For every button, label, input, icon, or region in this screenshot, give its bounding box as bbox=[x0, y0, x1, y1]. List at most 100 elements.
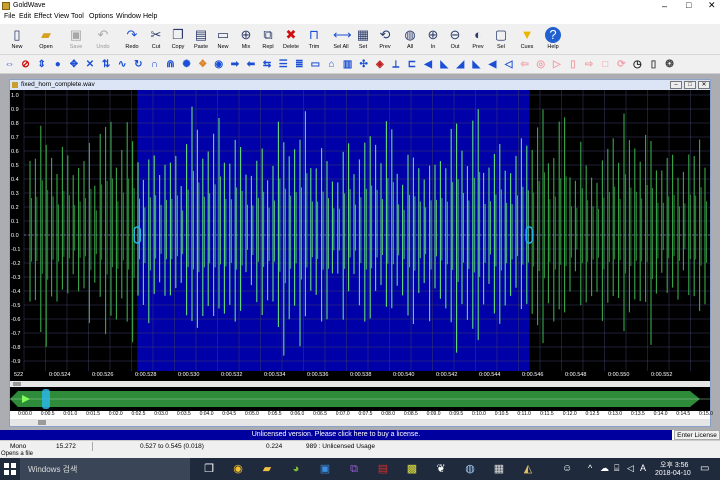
notifications-icon[interactable]: ▭ bbox=[700, 463, 709, 474]
maximize-icon[interactable]: ✥ bbox=[66, 57, 81, 72]
equalizer-icon[interactable]: ≣ bbox=[292, 57, 307, 72]
waveform-color-icon[interactable]: ◈ bbox=[372, 57, 387, 72]
forward-icon[interactable]: ➡ bbox=[227, 57, 242, 72]
android-icon[interactable]: ◕ bbox=[289, 462, 303, 476]
magnet-icon[interactable]: ⋒ bbox=[163, 57, 178, 72]
loop-disabled-icon[interactable]: ⟳ bbox=[614, 57, 629, 72]
pdf-icon[interactable]: ▤ bbox=[376, 462, 390, 476]
overview-scroll-thumb[interactable] bbox=[38, 420, 46, 425]
swap-channels-icon[interactable]: ⇅ bbox=[99, 57, 114, 72]
echo-icon[interactable]: ∿ bbox=[115, 57, 130, 72]
onedrive-icon[interactable]: ☁ bbox=[600, 463, 609, 474]
skip-disabled-icon[interactable]: ⇨ bbox=[582, 57, 597, 72]
pycharm-icon[interactable]: ▩ bbox=[405, 462, 419, 476]
scrollbar-thumb[interactable] bbox=[13, 382, 21, 386]
visual-studio-icon[interactable]: ⧉ bbox=[347, 462, 361, 476]
menu-view[interactable]: View bbox=[54, 13, 69, 20]
toolbar-help-button-22[interactable]: ? Help bbox=[540, 25, 566, 53]
speaker-icon[interactable]: ◀ bbox=[485, 57, 500, 72]
volume-shape-icon[interactable]: ◣ bbox=[437, 57, 452, 72]
overview-scrollbar[interactable] bbox=[10, 419, 710, 426]
fade-out-icon[interactable]: ◣ bbox=[469, 57, 484, 72]
task-view-icon[interactable]: ❐ bbox=[202, 462, 216, 476]
fade-in-icon[interactable]: ◢ bbox=[453, 57, 468, 72]
menu-edit[interactable]: Edit bbox=[19, 13, 31, 20]
toolbar-cues-button-21[interactable]: ▼ Cues bbox=[514, 25, 540, 53]
app-store-icon[interactable]: ▣ bbox=[318, 462, 332, 476]
pause-disabled-icon[interactable]: ▯ bbox=[566, 57, 581, 72]
cat-icon[interactable]: ❦ bbox=[434, 462, 448, 476]
record-disabled-icon[interactable]: ◎ bbox=[533, 57, 548, 72]
toolbar-redo-button-4[interactable]: ↷ Redo bbox=[119, 25, 145, 53]
toolbar-prev-button-15[interactable]: ⟲ Prev bbox=[372, 25, 398, 53]
effects-palette-icon[interactable]: ❖ bbox=[195, 57, 210, 72]
dynamics-icon[interactable]: ▭ bbox=[308, 57, 323, 72]
channel-left-right-icon[interactable]: ⇔ bbox=[2, 57, 17, 72]
menu-effect[interactable]: Effect bbox=[34, 13, 52, 20]
menu-file[interactable]: File bbox=[4, 13, 15, 20]
toolbar-new-button-0[interactable]: ▯ New bbox=[4, 25, 30, 53]
stop-disabled-icon[interactable]: □ bbox=[598, 57, 613, 72]
overview-selection-marker[interactable] bbox=[42, 389, 50, 409]
toolbar-undo-button-3[interactable]: ↶ Undo bbox=[90, 25, 116, 53]
sphere-app-icon[interactable]: ◍ bbox=[463, 462, 477, 476]
minimize-button[interactable]: – bbox=[662, 1, 667, 11]
double-arrow-icon[interactable]: ⇆ bbox=[260, 57, 275, 72]
menu-options[interactable]: Options bbox=[89, 13, 113, 20]
speaker-off-icon[interactable]: ◁ bbox=[501, 57, 516, 72]
close-button[interactable]: ✕ bbox=[708, 0, 716, 11]
redo-icon: ↷ bbox=[126, 27, 138, 42]
loop-icon[interactable]: ↻ bbox=[131, 57, 146, 72]
play-disabled-icon[interactable]: ▷ bbox=[549, 57, 564, 72]
enter-license-button[interactable]: Enter License bbox=[674, 430, 720, 440]
clock-icon[interactable]: ◷ bbox=[630, 57, 645, 72]
sound-window-titlebar[interactable]: fixed_horn_complete.wav – □ ✕ bbox=[10, 80, 710, 90]
start-button[interactable] bbox=[4, 463, 16, 475]
sound-maximize-button[interactable]: □ bbox=[684, 81, 696, 89]
gear-icon[interactable]: ✺ bbox=[179, 57, 194, 72]
maximize-button[interactable]: □ bbox=[686, 0, 691, 10]
ime-indicator-icon[interactable]: A bbox=[640, 463, 646, 473]
backward-icon[interactable]: ⬅ bbox=[244, 57, 259, 72]
buy-license-banner[interactable]: Unlicensed version. Please click here to… bbox=[0, 430, 672, 440]
toolbar-sel-button-20[interactable]: ▢ Sel bbox=[488, 25, 514, 53]
clock-date[interactable]: 2018-04-10 bbox=[655, 470, 691, 477]
sound-close-button[interactable]: ✕ bbox=[698, 81, 710, 89]
trim-start-icon[interactable]: ⊏ bbox=[405, 57, 420, 72]
calculator-icon[interactable]: ▦ bbox=[492, 462, 506, 476]
tray-chevron-icon[interactable]: ^ bbox=[588, 463, 592, 473]
toolbar-trim-button-12[interactable]: ⊓ Trim bbox=[301, 25, 327, 53]
pitch-icon[interactable]: ⟂ bbox=[388, 57, 403, 72]
lens-icon[interactable]: ◉ bbox=[211, 57, 226, 72]
volume-icon[interactable]: ◀ bbox=[421, 57, 436, 72]
overview-waveform[interactable] bbox=[10, 387, 710, 411]
mixer-icon[interactable]: ☰ bbox=[276, 57, 291, 72]
cross-fade-icon[interactable]: ✕ bbox=[83, 57, 98, 72]
volume-tray-icon[interactable]: ◁ bbox=[627, 463, 634, 474]
expand-vertical-icon[interactable]: ⇕ bbox=[34, 57, 49, 72]
sound-window[interactable]: fixed_horn_complete.wav – □ ✕ 1.0 0.9 0.8 0… bbox=[9, 79, 713, 427]
filter-icon[interactable]: ∩ bbox=[147, 57, 162, 72]
menu-tool[interactable]: Tool bbox=[71, 13, 84, 20]
waveform-view[interactable]: 1.0 0.9 0.8 0.7 0.6 0.5 0.4 0.3 0.2 0.1 0.0 -0.1 -0.… bbox=[10, 90, 710, 371]
settings-icon[interactable]: ❂ bbox=[662, 57, 677, 72]
file-explorer-icon[interactable]: ▰ bbox=[260, 462, 274, 476]
menu-help[interactable]: Help bbox=[143, 13, 157, 20]
chrome-icon[interactable]: ◉ bbox=[231, 462, 245, 476]
people-icon[interactable]: ☺ bbox=[562, 463, 572, 474]
toolbar-open-button-1[interactable]: ▰ Open bbox=[33, 25, 59, 53]
goldwave-icon[interactable]: ◭ bbox=[521, 462, 535, 476]
noise-reduction-icon[interactable]: ✣ bbox=[356, 57, 371, 72]
toolbar-save-button-2[interactable]: ▣ Save bbox=[63, 25, 89, 53]
meter-icon[interactable]: ▯ bbox=[646, 57, 661, 72]
sphere-icon[interactable]: ● bbox=[50, 57, 65, 72]
stop-record-icon[interactable]: ⊘ bbox=[18, 57, 33, 72]
envelope-icon[interactable]: ⌂ bbox=[324, 57, 339, 72]
menu-window[interactable]: Window bbox=[116, 13, 141, 20]
sound-minimize-button[interactable]: – bbox=[670, 81, 682, 89]
clock-time[interactable]: 오후 3:56 bbox=[660, 460, 688, 470]
network-icon[interactable]: ⌸ bbox=[614, 463, 619, 474]
back-disabled-icon[interactable]: ⇦ bbox=[517, 57, 532, 72]
taskbar-search[interactable]: Windows 검색 bbox=[20, 458, 190, 480]
spectrum-icon[interactable]: ▥ bbox=[340, 57, 355, 72]
